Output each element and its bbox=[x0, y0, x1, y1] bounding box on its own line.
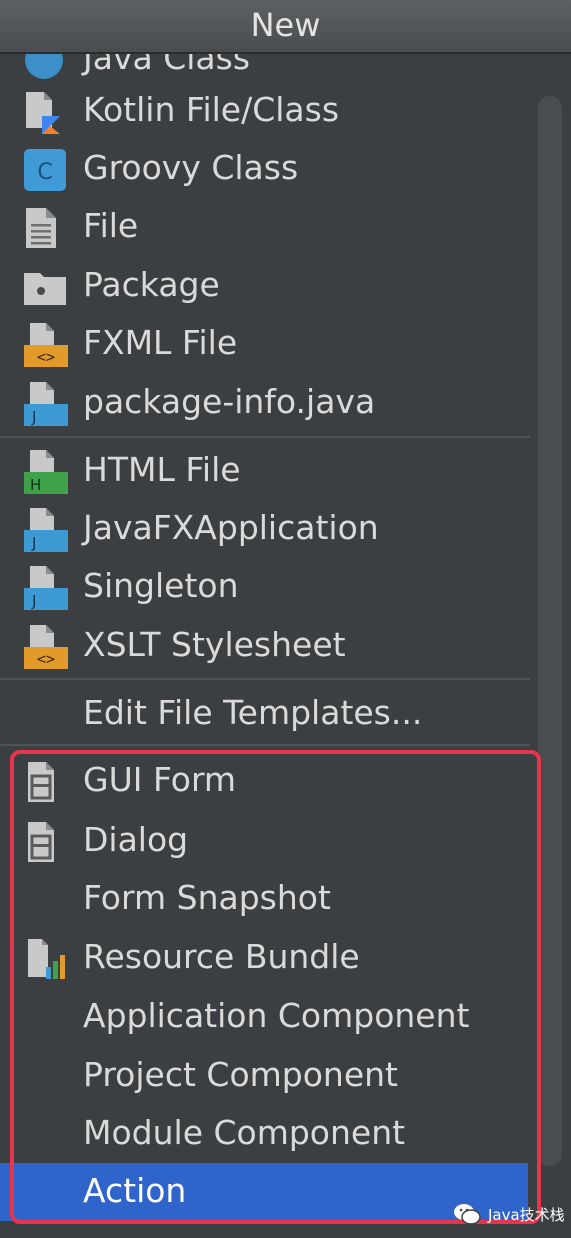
menu-separator bbox=[0, 436, 530, 438]
menu-item-application-component[interactable]: Application Component bbox=[0, 988, 571, 1046]
menu-item-javafx-application[interactable]: J JavaFXApplication bbox=[0, 500, 571, 558]
menu-item-xslt-stylesheet[interactable]: <> XSLT Stylesheet bbox=[0, 617, 571, 675]
menu-item-html-file[interactable]: H HTML File bbox=[0, 442, 571, 500]
file-icon bbox=[26, 208, 56, 248]
wechat-icon bbox=[454, 1204, 481, 1225]
java-file-icon: J bbox=[24, 508, 68, 552]
new-menu-list: Java Class Kotlin File/Class C Groovy Cl… bbox=[0, 0, 571, 1238]
fxml-file-icon: <> bbox=[24, 323, 68, 367]
xslt-file-icon: <> bbox=[24, 625, 68, 669]
menu-item-module-component[interactable]: Module Component bbox=[0, 1105, 571, 1163]
watermark-text: Java技术栈 bbox=[488, 1205, 565, 1224]
menu-item-edit-file-templates[interactable]: Edit File Templates... bbox=[0, 685, 571, 743]
menu-item-groovy-class[interactable]: C Groovy Class bbox=[0, 140, 571, 198]
svg-text:C: C bbox=[37, 160, 52, 185]
menu-separator bbox=[0, 744, 530, 746]
popup-title: New bbox=[250, 6, 321, 44]
menu-item-gui-form[interactable]: GUI Form bbox=[0, 752, 571, 810]
html-file-icon: H bbox=[24, 450, 68, 494]
popup-title-bar: New bbox=[0, 0, 571, 54]
menu-item-package-info[interactable]: J package-info.java bbox=[0, 374, 571, 432]
watermark: Java技术栈 bbox=[452, 1197, 565, 1231]
menu-separator bbox=[0, 678, 530, 680]
java-file-icon: J bbox=[24, 566, 68, 610]
menu-item-action[interactable]: Action bbox=[0, 1163, 528, 1221]
menu-item-dialog[interactable]: Dialog bbox=[0, 812, 571, 870]
dialog-form-icon bbox=[28, 822, 54, 862]
groovy-class-icon: C bbox=[24, 149, 66, 191]
menu-item-resource-bundle[interactable]: Resource Bundle bbox=[0, 929, 571, 987]
scrollbar[interactable] bbox=[538, 96, 562, 1166]
menu-item-fxml-file[interactable]: <> FXML File bbox=[0, 315, 571, 373]
menu-item-form-snapshot[interactable]: Form Snapshot bbox=[0, 870, 571, 928]
new-file-popup: Java Class Kotlin File/Class C Groovy Cl… bbox=[0, 0, 571, 1238]
svg-text:J: J bbox=[31, 534, 36, 552]
menu-item-singleton[interactable]: J Singleton bbox=[0, 558, 571, 616]
svg-text:<>: <> bbox=[37, 348, 55, 366]
menu-item-file[interactable]: File bbox=[0, 198, 571, 256]
kotlin-file-icon bbox=[26, 92, 60, 134]
menu-item-project-component[interactable]: Project Component bbox=[0, 1047, 571, 1105]
menu-item-kotlin-file[interactable]: Kotlin File/Class bbox=[0, 82, 571, 140]
java-file-icon: J bbox=[24, 382, 68, 426]
svg-text:J: J bbox=[31, 592, 36, 610]
menu-item-package[interactable]: Package bbox=[0, 257, 571, 315]
package-folder-icon bbox=[24, 273, 66, 305]
svg-text:H: H bbox=[30, 476, 41, 494]
svg-text:<>: <> bbox=[37, 650, 55, 668]
gui-form-icon bbox=[28, 762, 54, 802]
resource-bundle-icon bbox=[28, 939, 65, 979]
svg-text:J: J bbox=[31, 408, 36, 426]
